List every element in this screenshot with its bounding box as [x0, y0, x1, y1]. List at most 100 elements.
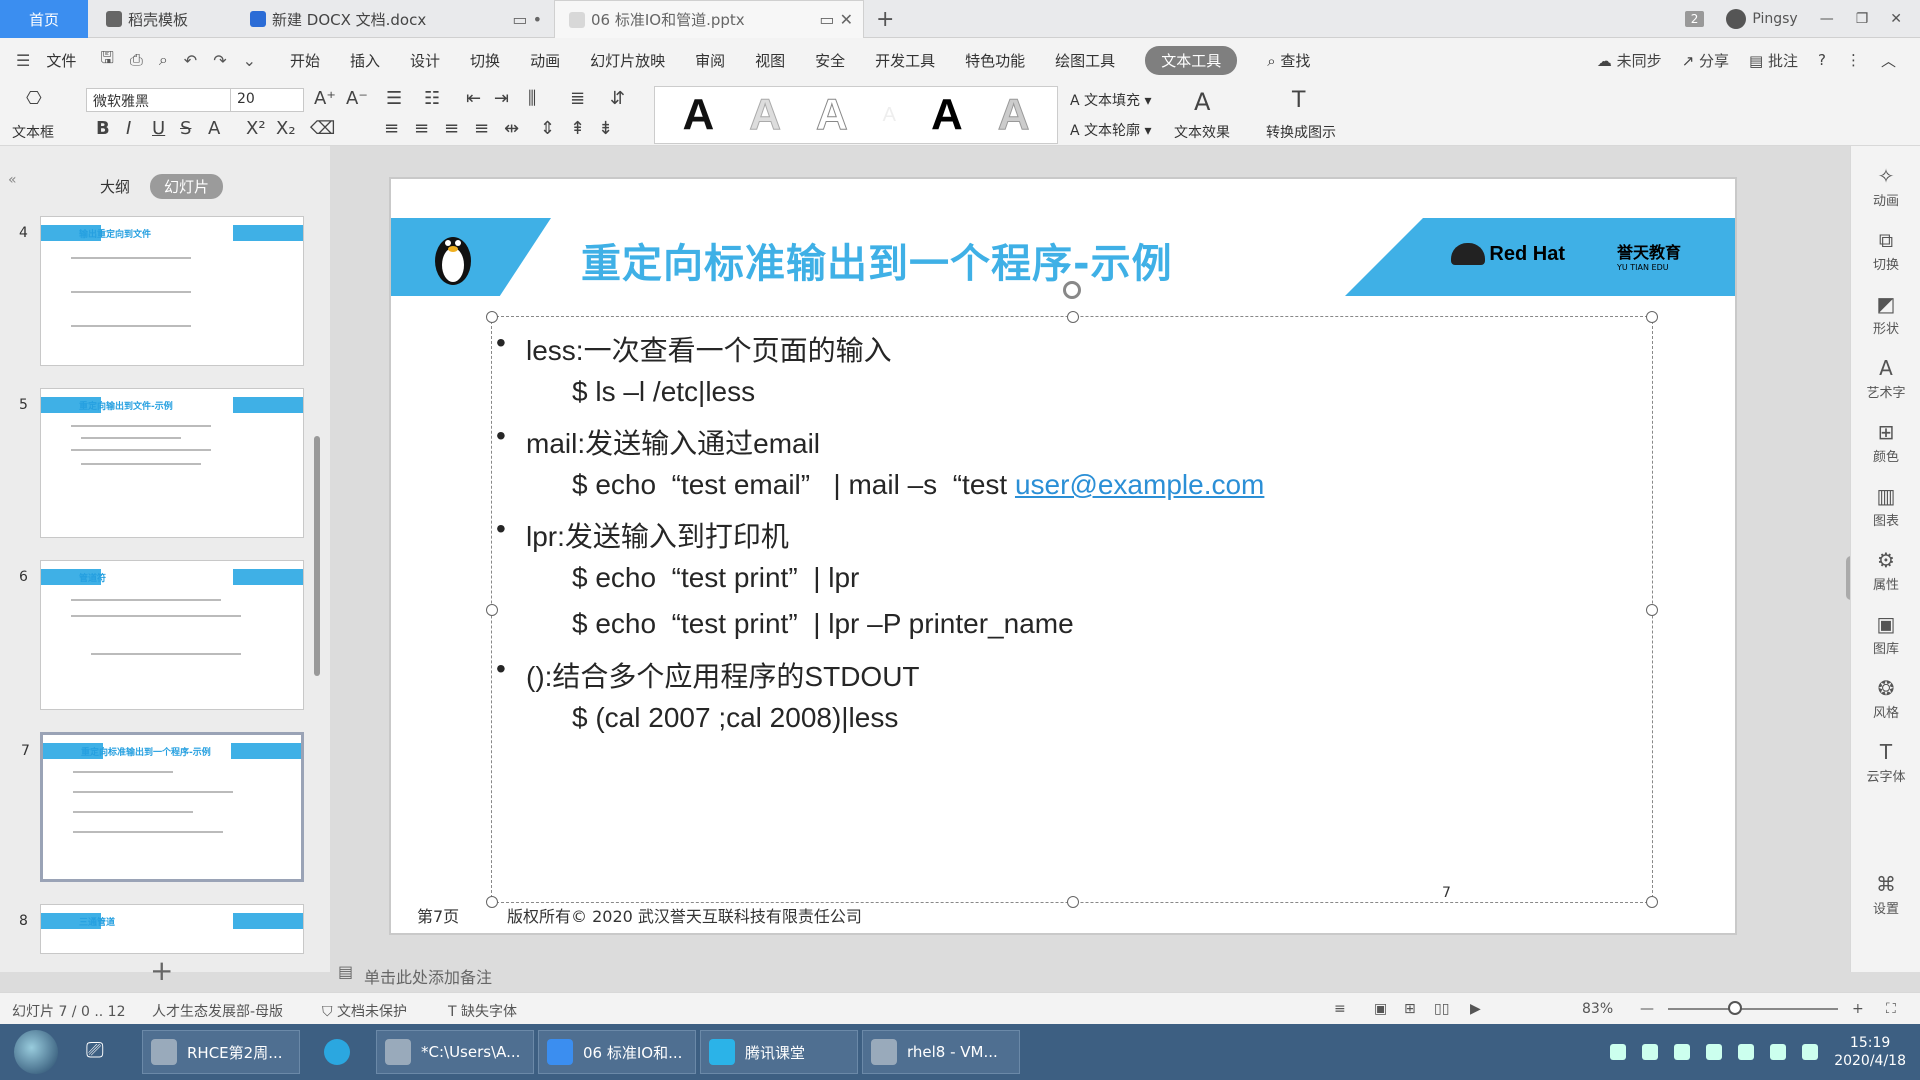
new-tab-button[interactable]: +: [876, 0, 894, 38]
resize-handle[interactable]: [1646, 604, 1658, 616]
user-account[interactable]: Pingsy: [1726, 9, 1798, 29]
taskbar-item-pptx[interactable]: 06 标准IO和...: [538, 1030, 696, 1074]
redo-icon[interactable]: ↷: [213, 51, 226, 70]
slide-thumbnail-4[interactable]: 4 输出重定向到文件: [19, 216, 304, 366]
font-family-select[interactable]: 微软雅黑: [86, 88, 234, 112]
resize-handle[interactable]: [1646, 896, 1658, 908]
wordart-style-6[interactable]: A: [997, 90, 1030, 140]
resize-handle[interactable]: [1067, 311, 1079, 323]
convert-diagram-button[interactable]: 转换成图示: [1266, 122, 1336, 142]
bold-icon[interactable]: B: [96, 118, 110, 139]
menu-design[interactable]: 设计: [410, 50, 440, 71]
menu-security[interactable]: 安全: [815, 50, 845, 71]
textbox-button[interactable]: 文本框: [12, 122, 54, 142]
wordart-style-2[interactable]: A: [749, 90, 782, 140]
indent-increase-icon[interactable]: ⇥: [494, 88, 509, 109]
email-link[interactable]: user@example.com: [1015, 469, 1264, 500]
close-tab-icon[interactable]: ▭ ✕: [819, 10, 853, 29]
slide-thumbnail-8[interactable]: 8 三通管道: [19, 904, 304, 954]
menu-start[interactable]: 开始: [290, 50, 320, 71]
tray-icon[interactable]: [1706, 1044, 1723, 1060]
wordart-style-4[interactable]: A: [883, 104, 896, 127]
undo-icon[interactable]: ↶: [184, 51, 197, 70]
menu-file[interactable]: 文件: [46, 50, 76, 71]
menu-text-tools[interactable]: 文本工具: [1145, 45, 1238, 75]
volume-icon[interactable]: [1802, 1044, 1819, 1060]
resize-handle[interactable]: [1067, 896, 1079, 908]
font-color-icon[interactable]: A: [208, 118, 220, 139]
tab-daoke[interactable]: 稻壳模板: [92, 0, 234, 38]
indent-decrease-icon[interactable]: ⇤: [466, 88, 481, 109]
tab-pptx[interactable]: 06 标准IO和管道.pptx ▭ ✕: [554, 0, 864, 38]
font-size-select[interactable]: 20: [230, 88, 304, 112]
subscript-icon[interactable]: X₂: [276, 118, 296, 139]
underline-icon[interactable]: U: [152, 118, 165, 139]
text-direction-icon[interactable]: ⇵: [610, 88, 625, 109]
reading-view-icon[interactable]: ▯▯: [1434, 1001, 1449, 1017]
resize-handle[interactable]: [1646, 311, 1658, 323]
italic-icon[interactable]: I: [126, 118, 131, 139]
notes-area[interactable]: ▤ 单击此处添加备注: [330, 958, 1850, 990]
columns-icon[interactable]: ⫼: [528, 88, 536, 109]
slide-thumbnail-6[interactable]: 6 管道符: [19, 560, 304, 710]
line-spacing-icon[interactable]: ≣: [570, 88, 585, 109]
bullet-list-icon[interactable]: ☰: [386, 88, 402, 109]
missing-font[interactable]: T 缺失字体: [448, 1001, 517, 1021]
zoom-slider-knob[interactable]: [1728, 1001, 1742, 1015]
hamburger-icon[interactable]: ☰: [16, 51, 30, 70]
minimize-icon[interactable]: —: [1820, 11, 1834, 27]
collapse-ribbon-icon[interactable]: ︿: [1881, 50, 1896, 71]
close-icon[interactable]: ✕: [1890, 11, 1902, 27]
pane-transition[interactable]: ⧉ 切换: [1851, 228, 1920, 273]
tab-docx[interactable]: 新建 DOCX 文档.docx ▭ •: [236, 0, 552, 38]
numbered-list-icon[interactable]: ☷: [424, 88, 440, 109]
slide-thumbnail-7[interactable]: 7 重定向标准输出到一个程序-示例: [21, 732, 304, 882]
menu-view[interactable]: 视图: [755, 50, 785, 71]
pane-animation[interactable]: ✧ 动画: [1851, 164, 1920, 209]
tray-icon[interactable]: [1674, 1044, 1691, 1060]
monitor-icon[interactable]: ▭ •: [512, 10, 542, 29]
protect-status[interactable]: ⛉ 文档未保护: [322, 1001, 407, 1021]
comment-button[interactable]: ▤ 批注: [1749, 50, 1798, 71]
align-left-icon[interactable]: ≡: [384, 118, 399, 139]
sorter-view-icon[interactable]: ⊞: [1404, 1001, 1416, 1017]
text-effect-button[interactable]: 文本效果: [1174, 122, 1230, 142]
rotate-handle[interactable]: [1063, 281, 1081, 299]
wordart-style-1[interactable]: A: [682, 90, 714, 140]
taskbar-sogou[interactable]: [316, 1030, 362, 1074]
strikethrough-icon[interactable]: S: [180, 118, 191, 139]
add-slide-icon[interactable]: +: [150, 954, 173, 987]
print-icon[interactable]: ⎙: [130, 50, 143, 70]
normal-view-icon[interactable]: ▣: [1374, 1001, 1387, 1017]
shrink-font-icon[interactable]: A⁻: [346, 88, 368, 109]
grow-font-icon[interactable]: A⁺: [314, 88, 336, 109]
help-icon[interactable]: ?: [1818, 51, 1826, 69]
wordart-style-3[interactable]: A: [815, 90, 848, 140]
panel-scrollbar[interactable]: [314, 436, 320, 676]
dropdown-icon[interactable]: ⌄: [243, 51, 256, 70]
quicklaunch-icon[interactable]: ⎚: [86, 1038, 104, 1063]
save-icon[interactable]: 🖫: [100, 47, 114, 74]
sync-button[interactable]: ☁ 未同步: [1597, 50, 1662, 71]
outline-tab[interactable]: 大纲: [100, 176, 130, 197]
align-center-icon[interactable]: ≡: [414, 118, 429, 139]
para-indent-icon[interactable]: ⇞: [570, 118, 585, 139]
pane-gallery[interactable]: ▣ 图库: [1851, 612, 1920, 657]
zoom-in-icon[interactable]: +: [1852, 1001, 1864, 1017]
text-fill-button[interactable]: A 文本填充 ▾: [1070, 90, 1152, 110]
resize-handle[interactable]: [486, 604, 498, 616]
taskbar-item-rhce[interactable]: RHCE第2周...: [142, 1030, 300, 1074]
superscript-icon[interactable]: X²: [246, 118, 266, 139]
pane-shapes[interactable]: ◩ 形状: [1851, 292, 1920, 337]
distribute-icon[interactable]: ⇹: [504, 118, 519, 139]
tab-home[interactable]: 首页: [0, 0, 88, 38]
collapse-panel-icon[interactable]: «: [8, 172, 17, 188]
para-outdent-icon[interactable]: ⇟: [598, 118, 613, 139]
taskbar-item-explorer[interactable]: *C:\Users\A...: [376, 1030, 534, 1074]
zoom-level[interactable]: 83%: [1582, 1001, 1613, 1017]
pane-colors[interactable]: ⊞ 颜色: [1851, 420, 1920, 465]
wordart-gallery[interactable]: A A A A A A: [654, 86, 1058, 144]
menu-insert[interactable]: 插入: [350, 50, 380, 71]
slides-tab[interactable]: 幻灯片: [150, 174, 224, 199]
menu-developer[interactable]: 开发工具: [875, 50, 935, 71]
